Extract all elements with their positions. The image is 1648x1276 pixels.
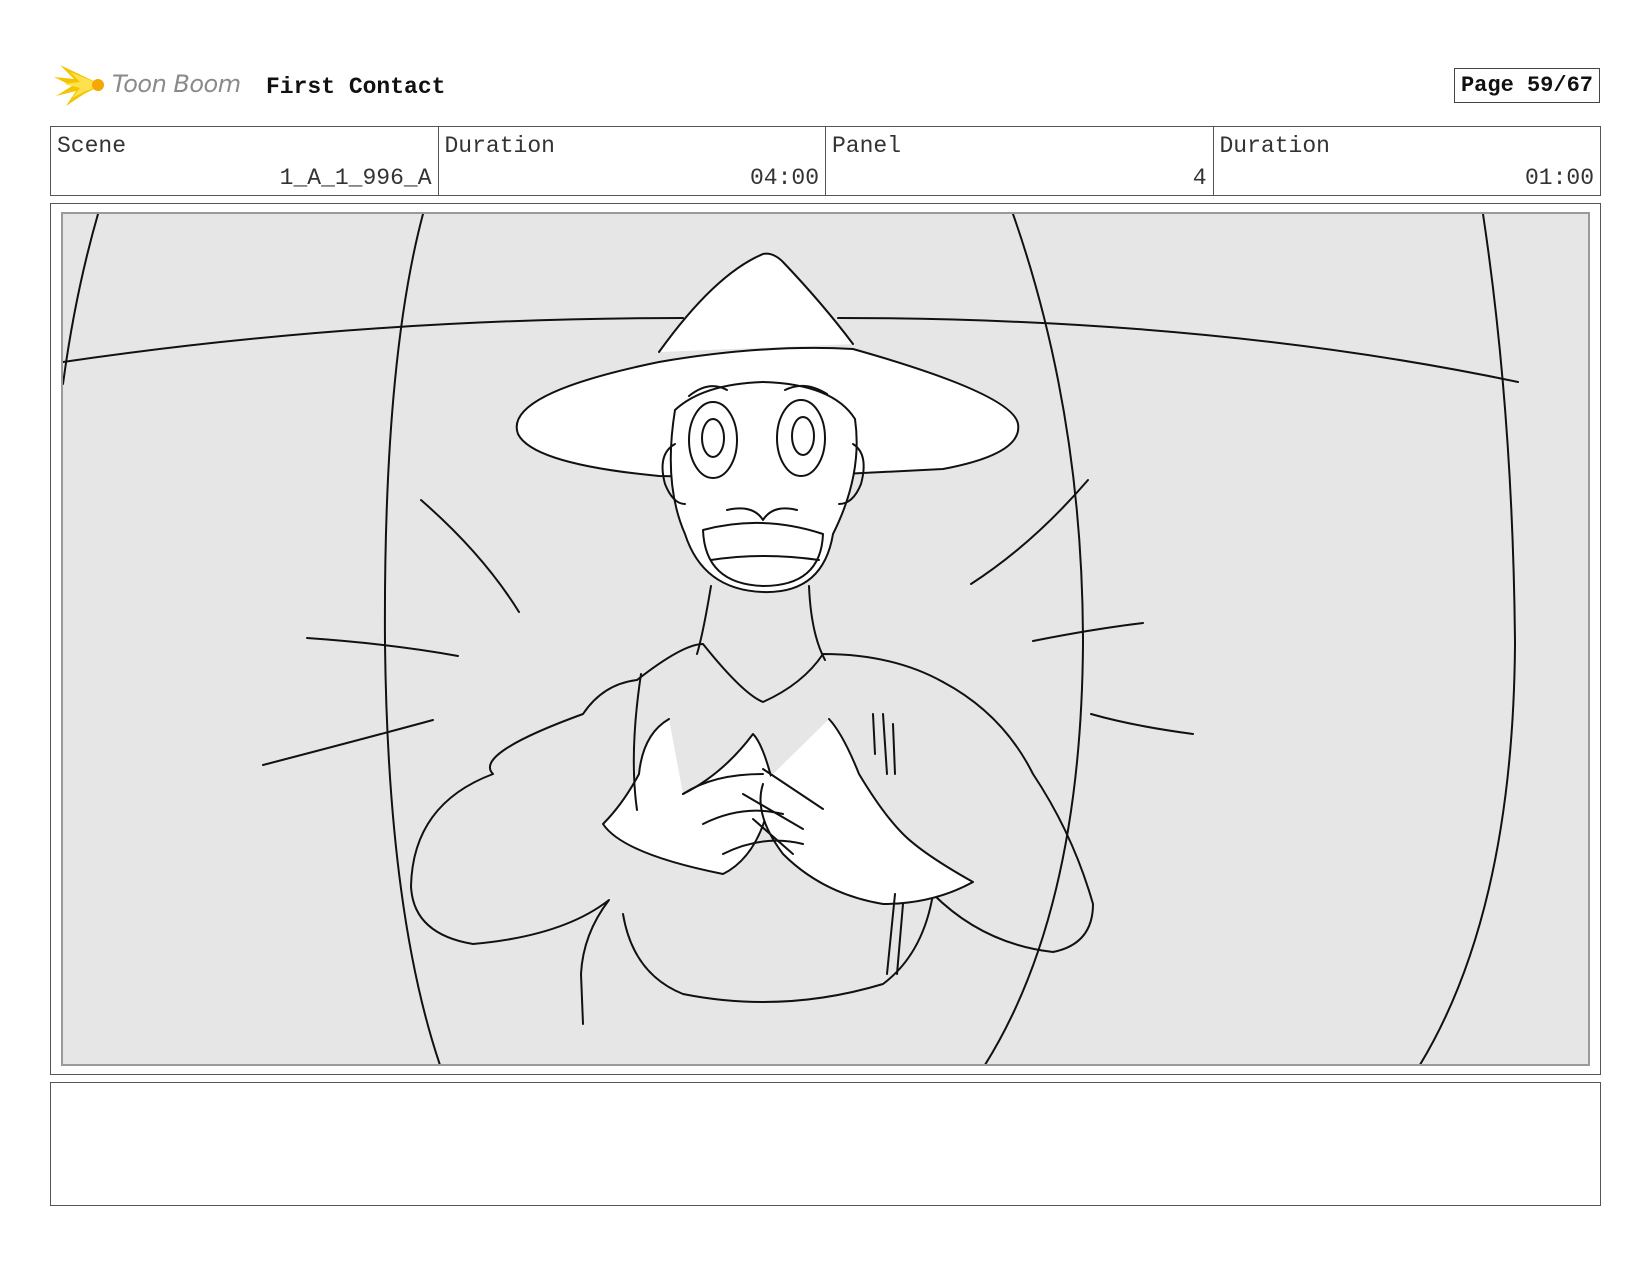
panel-duration-value: 01:00 <box>1524 165 1594 191</box>
storyboard-panel-frame <box>50 203 1601 1075</box>
scene-value: 1_A_1_996_A <box>279 165 432 191</box>
toon-boom-logo: Toon Boom <box>54 60 254 110</box>
panel-value: 4 <box>1192 165 1207 191</box>
scene-duration-cell: Duration 04:00 <box>439 127 826 195</box>
logo-text: Toon Boom <box>112 70 241 98</box>
page-number-box: Page 59/67 <box>1453 68 1600 103</box>
page-header: Toon Boom First Contact Page 59/67 <box>50 58 1600 114</box>
starburst-logo-icon <box>54 65 104 106</box>
storyboard-panel-image <box>61 212 1590 1066</box>
panel-duration-cell: Duration 01:00 <box>1214 127 1601 195</box>
scene-duration-value: 04:00 <box>749 165 819 191</box>
scene-label: Scene <box>57 133 127 159</box>
scene-cell: Scene 1_A_1_996_A <box>51 127 439 195</box>
storyboard-sketch-icon <box>63 214 1519 1064</box>
panel-duration-label: Duration <box>1219 133 1330 159</box>
panel-notes-box <box>50 1082 1601 1206</box>
project-title: First Contact <box>266 74 446 100</box>
scene-duration-label: Duration <box>444 133 555 159</box>
scene-info-table: Scene 1_A_1_996_A Duration 04:00 Panel 4… <box>50 126 1601 196</box>
panel-cell: Panel 4 <box>826 127 1214 195</box>
panel-label: Panel <box>832 133 902 159</box>
